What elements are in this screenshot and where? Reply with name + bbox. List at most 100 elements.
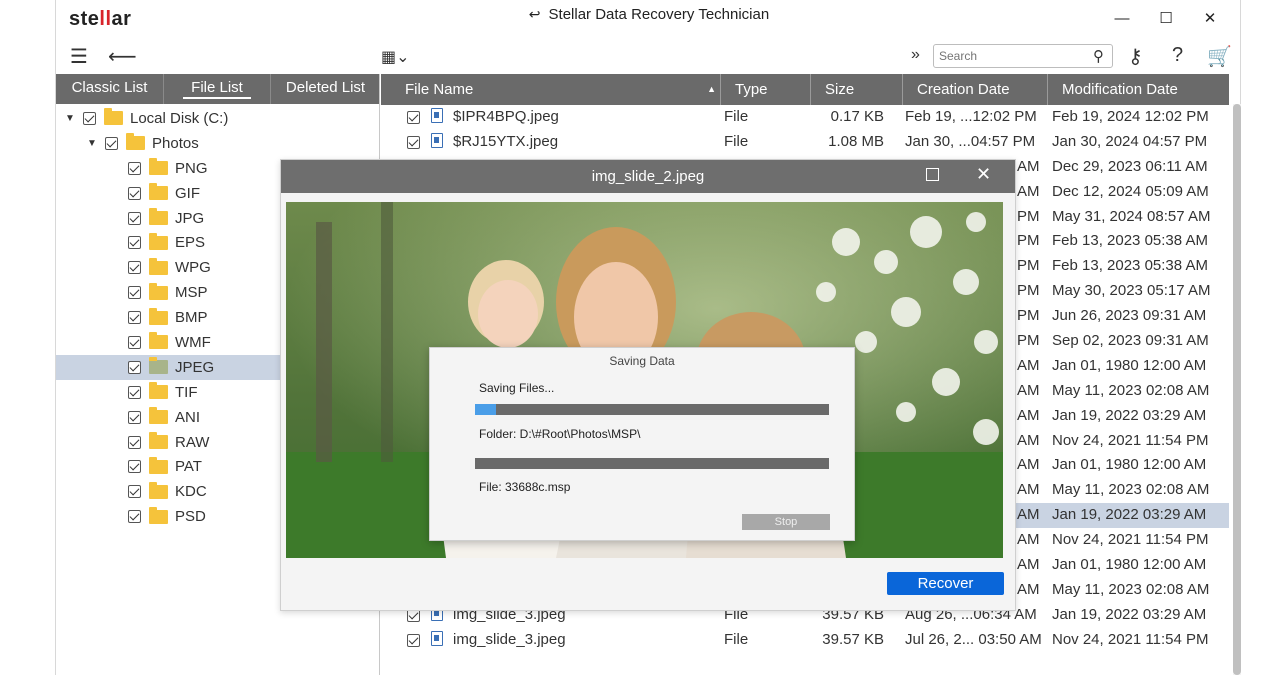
progress-bar-file (475, 458, 829, 469)
cell-file-name: $IPR4BPQ.jpeg (453, 108, 559, 125)
tree-item-label: ANI (175, 408, 201, 426)
progress-bar-files (475, 404, 829, 415)
key-icon[interactable]: ⚷ (1128, 44, 1143, 69)
folder-icon (149, 357, 168, 375)
checkbox[interactable] (128, 435, 141, 449)
cell-modification-date: Nov 24, 2021 11:54 PM (1052, 531, 1209, 549)
collapse-caret-icon[interactable]: ▼ (85, 138, 99, 149)
window-title: ↩ Stellar Data Recovery Technician (56, 6, 1242, 23)
cell-creation-date: Jul 26, 2... 03:50 AM (905, 630, 1042, 648)
saving-status: Saving Files... (479, 381, 555, 395)
cell-modification-date: Jan 30, 2024 04:57 PM (1052, 132, 1208, 150)
maximize-icon[interactable] (926, 168, 939, 181)
cell-creation-date: Feb 19, ...12:02 PM (905, 108, 1037, 125)
checkbox[interactable] (128, 460, 141, 474)
close-button[interactable]: ✕ (1188, 6, 1232, 32)
tree-item-local-disk[interactable]: ▼ Local Disk (C:) (56, 106, 380, 131)
checkbox[interactable] (128, 385, 141, 399)
folder-path: Folder: D:\#Root\Photos\MSP\ (479, 427, 641, 441)
refresh-arrow-icon: ↩ (528, 6, 541, 22)
cell-creation-date: PM (1017, 257, 1040, 275)
tab-file-list[interactable]: File List (164, 74, 271, 104)
toolbar: ☰ ⟵ ▦⌄ » ⚲ ⚷ ? 🛒 (56, 38, 1242, 74)
cell-modification-date: Feb 13, 2023 05:38 AM (1052, 232, 1208, 250)
vertical-scrollbar[interactable] (1233, 104, 1241, 675)
table-row[interactable]: $IPR4BPQ.jpeg File 0.17 KB Feb 19, ...12:02… (381, 105, 1229, 130)
tab-deleted-list[interactable]: Deleted List (271, 74, 380, 104)
checkbox[interactable] (128, 335, 141, 349)
preview-title-bar: img_slide_2.jpeg ✕ (281, 160, 1015, 193)
expand-icon[interactable]: » (911, 46, 920, 64)
cell-modification-date: Jan 01, 1980 12:00 AM (1052, 356, 1207, 374)
tree-item-label: RAW (175, 433, 210, 451)
back-arrow-icon[interactable]: ⟵ (108, 44, 137, 69)
tree-item-label: JPG (175, 209, 205, 227)
title-bar: stellar ↩ Stellar Data Recovery Technicia… (56, 0, 1242, 38)
checkbox[interactable] (128, 311, 141, 325)
tab-classic-list[interactable]: Classic List (56, 74, 164, 104)
cell-modification-date: May 30, 2023 05:17 AM (1052, 282, 1211, 300)
cell-modification-date: Jan 01, 1980 12:00 AM (1052, 556, 1207, 574)
search-input[interactable] (934, 45, 1079, 67)
table-row[interactable]: img_slide_3.jpeg File 39.57 KB Jul 26, 2...… (381, 628, 1229, 653)
checkbox[interactable] (128, 286, 141, 300)
tree-item-label: WPG (175, 259, 211, 277)
checkbox[interactable] (128, 161, 141, 175)
search-icon[interactable]: ⚲ (1093, 47, 1104, 65)
window-title-text: Stellar Data Recovery Technician (548, 6, 770, 23)
folder-icon (149, 456, 168, 474)
scrollbar-thumb[interactable] (1233, 104, 1241, 675)
cell-modification-date: Sep 02, 2023 09:31 AM (1052, 332, 1209, 350)
checkbox[interactable] (105, 136, 118, 150)
checkbox[interactable] (128, 236, 141, 250)
folder-icon (104, 108, 123, 126)
tree-item-label: MSP (175, 284, 208, 302)
checkbox[interactable] (83, 111, 96, 125)
view-tabs: Classic List File List Deleted List (56, 74, 379, 104)
tree-item-photos[interactable]: ▼ Photos (56, 131, 380, 156)
checkbox[interactable] (128, 410, 141, 424)
cell-modification-date: May 11, 2023 02:08 AM (1052, 580, 1210, 598)
cell-modification-date: Jun 26, 2023 09:31 AM (1052, 307, 1207, 325)
column-creation-date[interactable]: Creation Date (903, 74, 1048, 105)
cell-file-name: img_slide_3.jpeg (453, 630, 566, 648)
collapse-caret-icon[interactable]: ▼ (63, 113, 77, 124)
help-icon[interactable]: ? (1172, 44, 1183, 67)
tree-item-label: Photos (152, 134, 199, 152)
menu-icon[interactable]: ☰ (70, 44, 88, 69)
folder-icon (149, 332, 168, 350)
recover-button[interactable]: Recover (887, 572, 1004, 595)
column-modification-date[interactable]: Modification Date (1048, 74, 1229, 105)
folder-icon (149, 257, 168, 275)
tree-item-label: WMF (175, 333, 211, 351)
checkbox[interactable] (128, 510, 141, 524)
cell-modification-date: Nov 24, 2021 11:54 PM (1052, 431, 1209, 449)
cart-icon[interactable]: 🛒 (1207, 44, 1232, 69)
checkbox[interactable] (128, 211, 141, 225)
folder-icon (149, 208, 168, 225)
checkbox[interactable] (407, 111, 420, 124)
checkbox[interactable] (128, 360, 141, 374)
close-icon[interactable]: ✕ (976, 164, 991, 185)
checkbox[interactable] (128, 261, 141, 275)
folder-icon (149, 506, 168, 524)
stop-button[interactable]: Stop (742, 514, 830, 530)
minimize-button[interactable]: — (1100, 6, 1144, 32)
maximize-button[interactable]: ☐ (1144, 6, 1188, 32)
checkbox[interactable] (407, 633, 420, 647)
cell-creation-date: AM (1017, 406, 1040, 424)
column-file-name[interactable]: File Name ▲ (381, 74, 721, 105)
cell-creation-date: PM (1017, 307, 1040, 325)
cell-creation-date: AM (1017, 506, 1040, 524)
cell-modification-date: Dec 29, 2023 06:11 AM (1052, 157, 1208, 175)
column-size[interactable]: Size (811, 74, 903, 105)
checkbox[interactable] (407, 135, 420, 149)
table-row[interactable]: $RJ15YTX.jpeg File 1.08 MB Jan 30, ...04:57… (381, 130, 1229, 155)
column-type[interactable]: Type (721, 74, 811, 105)
checkbox[interactable] (128, 485, 141, 499)
checkbox[interactable] (128, 186, 141, 200)
progress-fill (475, 404, 497, 415)
view-mode-icon[interactable]: ▦⌄ (381, 47, 410, 67)
cell-creation-date: AM (1017, 356, 1040, 374)
search-box: ⚲ (933, 44, 1113, 68)
